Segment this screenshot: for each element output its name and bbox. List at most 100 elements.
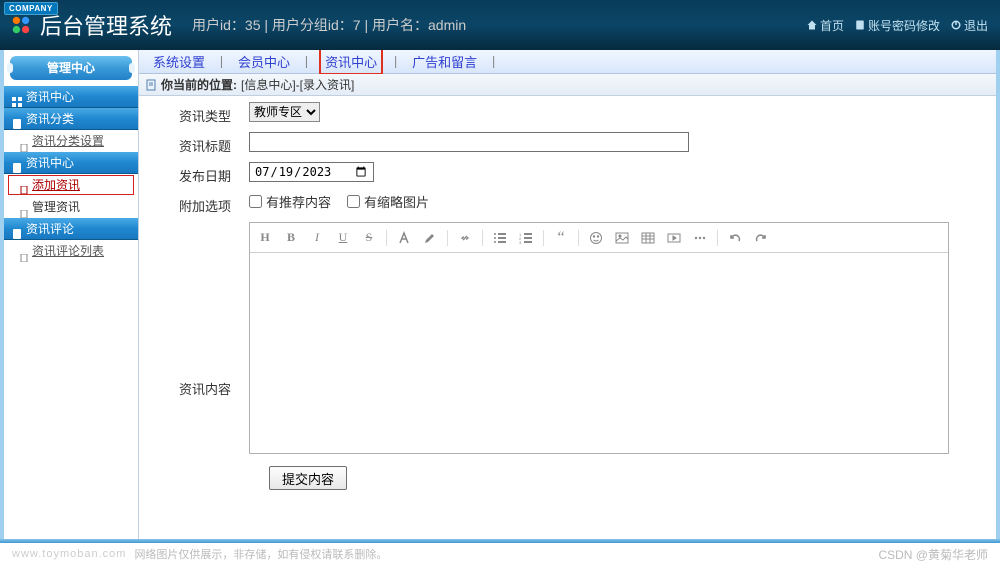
document-icon [12, 114, 22, 124]
italic-icon[interactable]: I [308, 229, 326, 247]
page-icon [20, 137, 28, 145]
password-label: 账号密码修改 [868, 17, 940, 34]
toolbar-separator [543, 230, 544, 246]
video-icon[interactable] [665, 229, 683, 247]
editor-body[interactable] [250, 253, 948, 453]
sidebar-tab-management[interactable]: 管理中心 [10, 56, 132, 80]
document-icon [12, 158, 22, 168]
page-icon [20, 247, 28, 255]
editor-toolbar: H B I U S [250, 223, 948, 253]
undo-icon[interactable] [726, 229, 744, 247]
nav-separator: 丨 [389, 52, 402, 71]
list-ol-icon[interactable]: 123 [517, 229, 535, 247]
checkbox-thumbnail-label: 有缩略图片 [364, 192, 429, 211]
label-content: 资讯内容 [159, 279, 249, 398]
sidebar-group-label: 资讯中心 [26, 86, 74, 108]
logout-label: 退出 [964, 17, 988, 34]
window-border-bottom [0, 539, 1000, 543]
rich-text-editor: H B I U S [249, 222, 949, 454]
sidebar-item-label: 添加资讯 [32, 176, 80, 194]
svg-text:3: 3 [519, 240, 522, 245]
toolbar-separator [386, 230, 387, 246]
footer-domain: www.toymoban.com [12, 548, 126, 560]
link-icon[interactable] [456, 229, 474, 247]
sidebar-item-category-settings[interactable]: 资讯分类设置 [4, 130, 138, 152]
underline-icon[interactable]: U [334, 229, 352, 247]
document-icon [12, 224, 22, 234]
table-icon[interactable] [639, 229, 657, 247]
image-icon[interactable] [613, 229, 631, 247]
sidebar-group-label: 资讯评论 [26, 218, 74, 240]
grid-icon [12, 92, 22, 102]
list-ul-icon[interactable] [491, 229, 509, 247]
top-nav: 系统设置 丨 会员中心 丨 资讯中心 丨 广告和留言 丨 [139, 50, 996, 74]
color-icon[interactable] [395, 229, 413, 247]
sidebar-group-label: 资讯中心 [26, 152, 74, 174]
nav-separator: 丨 [215, 52, 228, 71]
topnav-news-center[interactable]: 资讯中心 [319, 50, 383, 75]
home-icon [806, 19, 818, 31]
page-icon [20, 181, 28, 189]
bold-icon[interactable]: B [282, 229, 300, 247]
page-icon [145, 79, 157, 91]
select-type[interactable]: 教师专区 [249, 102, 320, 122]
highlight-icon[interactable] [421, 229, 439, 247]
footer-attribution: CSDN @黄菊华老师 [878, 546, 988, 563]
user-info: 用户id：35 | 用户分组id：7 | 用户名：admin [192, 15, 466, 35]
checkbox-recommend-label: 有推荐内容 [266, 192, 331, 211]
page-icon [20, 203, 28, 211]
toolbar-separator [447, 230, 448, 246]
sidebar: 管理中心 资讯中心 资讯分类 资讯分类设置 资讯中心 添加资讯 [4, 50, 139, 539]
emoji-icon[interactable] [587, 229, 605, 247]
label-title: 资讯标题 [159, 132, 249, 155]
app-logo-icon [10, 14, 32, 36]
breadcrumb-label: 你当前的位置: [161, 76, 237, 93]
sidebar-group-news-center[interactable]: 资讯中心 [4, 152, 138, 174]
footer-disclaimer: 网络图片仅供展示，非存储，如有侵权请联系删除。 [134, 546, 387, 562]
nav-separator: 丨 [300, 52, 313, 71]
sidebar-group-news-comments[interactable]: 资讯评论 [4, 218, 138, 240]
label-date: 发布日期 [159, 162, 249, 185]
footer: www.toymoban.com 网络图片仅供展示，非存储，如有侵权请联系删除。… [0, 539, 1000, 569]
document-icon [854, 19, 866, 31]
topnav-member-center[interactable]: 会员中心 [234, 50, 294, 73]
sidebar-group-label: 资讯分类 [26, 108, 74, 130]
checkbox-recommend[interactable] [249, 195, 262, 208]
breadcrumb-path: [信息中心]-[录入资讯] [241, 76, 354, 93]
nav-separator: 丨 [487, 52, 500, 71]
password-link[interactable]: 账号密码修改 [850, 15, 944, 36]
strikethrough-icon[interactable]: S [360, 229, 378, 247]
toolbar-separator [717, 230, 718, 246]
more-icon[interactable] [691, 229, 709, 247]
sidebar-item-comment-list[interactable]: 资讯评论列表 [4, 240, 138, 262]
input-date[interactable] [249, 162, 374, 182]
checkbox-thumbnail[interactable] [347, 195, 360, 208]
sidebar-group-news-category[interactable]: 资讯分类 [4, 108, 138, 130]
title-bar: COMPANY 后台管理系统 用户id：35 | 用户分组id：7 | 用户名：… [0, 0, 1000, 50]
input-title[interactable] [249, 132, 689, 152]
toolbar-separator [578, 230, 579, 246]
main-content: 系统设置 丨 会员中心 丨 资讯中心 丨 广告和留言 丨 你当前的位置: [信息… [139, 50, 996, 539]
app-title: 后台管理系统 [40, 9, 172, 41]
quote-icon[interactable]: “ [552, 229, 570, 247]
label-type: 资讯类型 [159, 102, 249, 125]
heading-icon[interactable]: H [256, 229, 274, 247]
sidebar-group-news-center-top[interactable]: 资讯中心 [4, 86, 138, 108]
label-options: 附加选项 [159, 192, 249, 215]
home-link[interactable]: 首页 [802, 15, 848, 36]
sidebar-item-manage-news[interactable]: 管理资讯 [4, 196, 138, 218]
breadcrumb: 你当前的位置: [信息中心]-[录入资讯] [139, 74, 996, 96]
sidebar-item-label: 管理资讯 [32, 196, 80, 218]
sidebar-item-add-news[interactable]: 添加资讯 [8, 175, 134, 195]
redo-icon[interactable] [752, 229, 770, 247]
topnav-system-settings[interactable]: 系统设置 [149, 50, 209, 73]
logout-link[interactable]: 退出 [946, 15, 992, 36]
sidebar-item-label: 资讯分类设置 [32, 130, 104, 152]
form-area: 资讯类型 教师专区 资讯标题 发布日期 [139, 96, 996, 498]
topnav-ads-messages[interactable]: 广告和留言 [408, 50, 481, 73]
submit-button[interactable]: 提交内容 [269, 466, 347, 490]
power-icon [950, 19, 962, 31]
sidebar-item-label: 资讯评论列表 [32, 240, 104, 262]
toolbar-separator [482, 230, 483, 246]
home-label: 首页 [820, 17, 844, 34]
